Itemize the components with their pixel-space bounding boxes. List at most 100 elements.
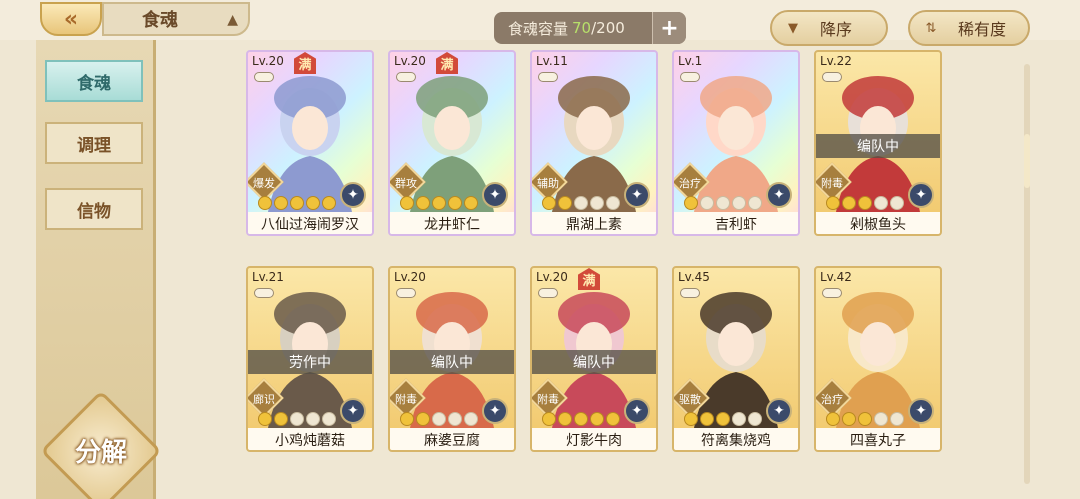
- lock-toggle-icon[interactable]: [680, 288, 700, 298]
- character-name: 鼎湖上素: [532, 212, 656, 234]
- star-icon: [700, 196, 714, 210]
- character-card[interactable]: Lv.20 满 群攻 ✦ 龙井虾仁: [388, 50, 516, 236]
- level-label: Lv.21: [252, 270, 284, 284]
- character-name: 龙井虾仁: [390, 212, 514, 234]
- character-name: 剁椒鱼头: [816, 212, 940, 234]
- star-rating: [258, 412, 336, 426]
- role-label: 附毒: [537, 393, 559, 406]
- character-card[interactable]: Lv.21 劳作中 廊识 ✦ 小鸡炖蘑菇: [246, 266, 374, 452]
- sidebar-item-label: 调理: [77, 135, 111, 156]
- role-label: 廊识: [253, 393, 275, 406]
- star-icon: [700, 412, 714, 426]
- lock-toggle-icon[interactable]: [396, 72, 416, 82]
- role-label: 治疗: [821, 393, 843, 406]
- scrollbar-thumb[interactable]: [1024, 134, 1030, 188]
- sidebar-item-shihun[interactable]: 食魂: [45, 60, 143, 102]
- star-icon: [448, 412, 462, 426]
- level-label: Lv.20: [252, 54, 284, 68]
- decompose-label: 分解: [74, 438, 127, 468]
- star-icon: [874, 412, 888, 426]
- star-icon: [574, 196, 588, 210]
- rarity-emblem-icon: ✦: [482, 182, 508, 208]
- sort-order-button[interactable]: ▼ 降序: [770, 10, 888, 46]
- level-label: Lv.42: [820, 270, 852, 284]
- star-rating: [400, 196, 478, 210]
- lock-toggle-icon[interactable]: [680, 72, 700, 82]
- lock-toggle-icon[interactable]: [396, 288, 416, 298]
- character-card[interactable]: Lv.11 辅助 ✦ 鼎湖上素: [530, 50, 658, 236]
- star-icon: [748, 196, 762, 210]
- star-icon: [322, 196, 336, 210]
- star-icon: [842, 412, 856, 426]
- level-label: Lv.22: [820, 54, 852, 68]
- star-icon: [890, 196, 904, 210]
- page-title: 食魂: [142, 10, 178, 31]
- star-icon: [842, 196, 856, 210]
- star-rating: [542, 196, 620, 210]
- role-label: 治疗: [679, 177, 701, 190]
- scrollbar[interactable]: [1024, 64, 1030, 484]
- back-button[interactable]: «: [40, 2, 102, 36]
- level-label: Lv.20: [394, 270, 426, 284]
- character-card[interactable]: Lv.45 驱散 ✦ 符离集烧鸡: [672, 266, 800, 452]
- star-rating: [826, 196, 904, 210]
- level-label: Lv.20: [394, 54, 426, 68]
- role-label: 爆发: [253, 177, 275, 190]
- character-card[interactable]: Lv.20 满 爆发 ✦ 八仙过海闹罗汉: [246, 50, 374, 236]
- lock-toggle-icon[interactable]: [254, 72, 274, 82]
- sort-by-label: 稀有度: [958, 20, 1007, 39]
- lock-toggle-icon[interactable]: [538, 288, 558, 298]
- character-name: 八仙过海闹罗汉: [248, 212, 372, 234]
- star-icon: [858, 412, 872, 426]
- character-name: 麻婆豆腐: [390, 428, 514, 450]
- star-rating: [826, 412, 904, 426]
- star-icon: [274, 412, 288, 426]
- character-card[interactable]: Lv.1 治疗 ✦ 吉利虾: [672, 50, 800, 236]
- star-icon: [606, 196, 620, 210]
- role-label: 驱散: [679, 393, 701, 406]
- sort-by-button[interactable]: ⇅ 稀有度: [908, 10, 1030, 46]
- status-banner: 编队中: [390, 350, 514, 374]
- star-icon: [258, 412, 272, 426]
- character-name: 四喜丸子: [816, 428, 940, 450]
- rarity-emblem-icon: ✦: [624, 182, 650, 208]
- rarity-emblem-icon: ✦: [482, 398, 508, 424]
- sidebar-item-xinwu[interactable]: 信物: [45, 188, 143, 230]
- star-icon: [558, 196, 572, 210]
- star-icon: [464, 196, 478, 210]
- character-card[interactable]: Lv.22 编队中 附毒 ✦ 剁椒鱼头: [814, 50, 942, 236]
- lock-toggle-icon[interactable]: [254, 288, 274, 298]
- star-icon: [716, 412, 730, 426]
- lock-toggle-icon[interactable]: [822, 72, 842, 82]
- crown-icon: ▲: [227, 12, 238, 28]
- character-name: 小鸡炖蘑菇: [248, 428, 372, 450]
- star-icon: [290, 196, 304, 210]
- level-label: Lv.45: [678, 270, 710, 284]
- lock-toggle-icon[interactable]: [822, 288, 842, 298]
- lock-toggle-icon[interactable]: [538, 72, 558, 82]
- sidebar-item-tiaoli[interactable]: 调理: [45, 122, 143, 164]
- star-icon: [542, 412, 556, 426]
- back-arrow-icon: «: [63, 6, 79, 32]
- star-icon: [732, 412, 746, 426]
- star-icon: [258, 196, 272, 210]
- role-label: 群攻: [395, 177, 417, 190]
- character-card[interactable]: Lv.20 编队中 附毒 ✦ 麻婆豆腐: [388, 266, 516, 452]
- star-icon: [684, 196, 698, 210]
- level-label: Lv.11: [536, 54, 568, 68]
- character-card[interactable]: Lv.42 治疗 ✦ 四喜丸子: [814, 266, 942, 452]
- star-icon: [306, 196, 320, 210]
- star-rating: [542, 412, 620, 426]
- star-icon: [606, 412, 620, 426]
- sidebar-item-label: 信物: [77, 201, 111, 222]
- star-icon: [306, 412, 320, 426]
- capacity-label: 食魂容量: [508, 19, 569, 38]
- star-icon: [448, 196, 462, 210]
- star-icon: [684, 412, 698, 426]
- character-card[interactable]: Lv.20 满 编队中 附毒 ✦ 灯影牛肉: [530, 266, 658, 452]
- add-capacity-button[interactable]: +: [652, 12, 686, 44]
- rarity-emblem-icon: ✦: [624, 398, 650, 424]
- star-icon: [874, 196, 888, 210]
- star-icon: [732, 196, 746, 210]
- rarity-emblem-icon: ✦: [908, 398, 934, 424]
